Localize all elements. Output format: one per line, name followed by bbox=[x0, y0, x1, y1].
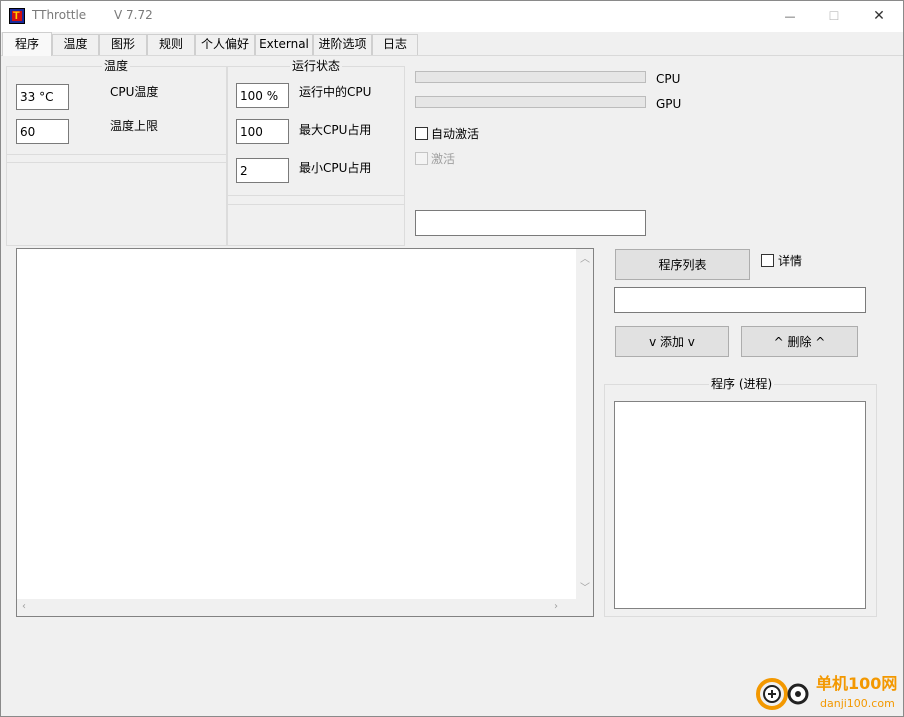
program-list-pane[interactable]: ︿ ﹀ ‹ › bbox=[16, 248, 594, 617]
tab-programs[interactable]: 程序 bbox=[2, 32, 52, 56]
title-bar: T TThrottle V 7.72 — ☐ ✕ bbox=[0, 0, 904, 32]
maximize-icon: ☐ bbox=[828, 9, 840, 23]
max-cpu-field[interactable]: 100 bbox=[236, 119, 289, 144]
cpu-temperature-label: CPU温度 bbox=[110, 85, 159, 99]
cpu-progress-bar bbox=[415, 71, 646, 83]
activate-label: 激活 bbox=[431, 152, 456, 166]
watermark-brand: 单机100网 bbox=[816, 674, 898, 693]
maximize-button[interactable]: ☐ bbox=[812, 0, 856, 32]
run-status-group-caption: 运行状态 bbox=[290, 59, 343, 73]
running-cpu-label: 运行中的CPU bbox=[299, 85, 372, 99]
watermark-url: danji100.com bbox=[820, 697, 895, 710]
details-checkbox[interactable] bbox=[761, 254, 774, 267]
process-list[interactable] bbox=[614, 401, 866, 609]
scroll-corner bbox=[576, 599, 593, 616]
window-title: TThrottle bbox=[32, 8, 87, 22]
scroll-left-icon[interactable]: ‹ bbox=[22, 602, 26, 612]
tab-advanced[interactable]: 进阶选项 bbox=[313, 34, 372, 55]
running-cpu-field[interactable]: 100 % bbox=[236, 83, 289, 108]
process-group-caption: 程序 (进程) bbox=[709, 377, 775, 391]
tab-external[interactable]: External bbox=[255, 34, 313, 55]
temperature-group-caption: 温度 bbox=[102, 59, 131, 73]
site-watermark: 单机100网 danji100.com bbox=[754, 667, 904, 717]
scroll-right-icon[interactable]: › bbox=[554, 602, 558, 612]
auto-activate-checkbox[interactable] bbox=[415, 127, 428, 140]
tab-log[interactable]: 日志 bbox=[372, 34, 418, 55]
minimize-button[interactable]: — bbox=[768, 0, 812, 32]
min-cpu-field[interactable]: 2 bbox=[236, 158, 289, 183]
tab-graph[interactable]: 图形 bbox=[99, 34, 147, 55]
minimize-icon: — bbox=[784, 9, 796, 23]
status-divider-2 bbox=[227, 204, 405, 205]
status-divider bbox=[227, 195, 405, 196]
cpu-temperature-field[interactable]: 33 °C bbox=[16, 84, 69, 110]
gpu-progress-bar bbox=[415, 96, 646, 108]
add-button[interactable]: v 添加 v bbox=[615, 326, 729, 357]
tthrottle-app-icon: T bbox=[9, 8, 25, 24]
delete-button[interactable]: ^ 删除 ^ bbox=[741, 326, 858, 357]
close-button[interactable]: ✕ bbox=[857, 0, 901, 32]
tab-rules[interactable]: 规则 bbox=[147, 34, 195, 55]
vertical-scrollbar[interactable]: ︿ ﹀ bbox=[576, 249, 593, 600]
temperature-limit-label: 温度上限 bbox=[110, 119, 159, 133]
close-icon: ✕ bbox=[873, 8, 885, 24]
tab-preferences[interactable]: 个人偏好 bbox=[195, 34, 255, 55]
min-cpu-label: 最小CPU占用 bbox=[299, 161, 372, 175]
temperature-divider-2 bbox=[6, 162, 227, 163]
activate-checkbox[interactable] bbox=[415, 152, 428, 165]
temperature-divider bbox=[6, 154, 227, 155]
window-version: V 7.72 bbox=[114, 8, 153, 22]
status-field[interactable] bbox=[415, 210, 646, 236]
cpu-meter-label: CPU bbox=[656, 72, 681, 86]
max-cpu-label: 最大CPU占用 bbox=[299, 123, 372, 137]
temperature-limit-field[interactable]: 60 bbox=[16, 119, 69, 144]
auto-activate-label: 自动激活 bbox=[431, 127, 480, 141]
tab-temperature[interactable]: 温度 bbox=[52, 34, 99, 55]
program-input[interactable] bbox=[614, 287, 866, 313]
scroll-up-icon[interactable]: ︿ bbox=[580, 255, 590, 265]
watermark-logo-icon bbox=[756, 678, 809, 710]
program-list-button[interactable]: 程序列表 bbox=[615, 249, 750, 280]
details-label: 详情 bbox=[778, 254, 803, 268]
horizontal-scrollbar[interactable]: ‹ › bbox=[17, 599, 576, 616]
scroll-down-icon[interactable]: ﹀ bbox=[580, 584, 590, 594]
gpu-meter-label: GPU bbox=[656, 97, 682, 111]
